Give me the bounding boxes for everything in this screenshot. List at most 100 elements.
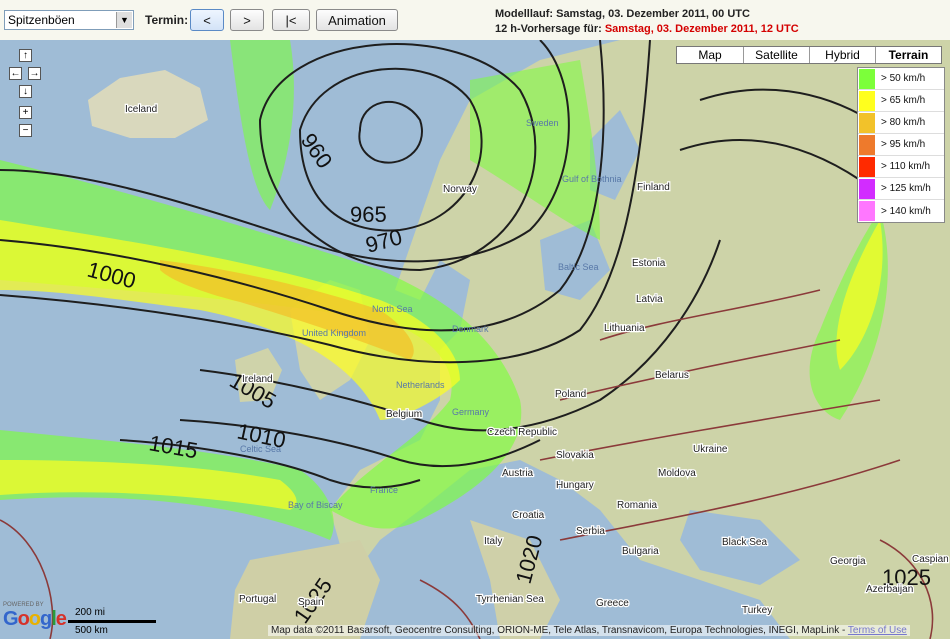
place-label: Ukraine [693, 444, 728, 455]
place-label: Netherlands [396, 380, 445, 390]
place-label: Georgia [830, 556, 866, 567]
legend-swatch [859, 178, 875, 199]
place-label: Moldova [658, 468, 696, 479]
copyright-text: Map data ©2011 Basarsoft, Geocentre Cons… [271, 625, 846, 636]
place-label: Estonia [632, 258, 666, 269]
forecast-value: Samstag, 03. Dezember 2011, 12 UTC [604, 23, 799, 35]
gust-legend: > 50 km/h > 65 km/h > 80 km/h > 95 km/h > 11… [857, 67, 945, 223]
legend-row: > 110 km/h [858, 156, 944, 178]
place-label: Spain [298, 597, 324, 608]
forecast-prefix: 12 h-Vorhersage für: [495, 23, 602, 35]
place-label: Austria [502, 468, 534, 479]
map-type-map[interactable]: Map [677, 47, 743, 63]
sea-label: Sweden [526, 118, 559, 128]
parameter-select[interactable]: Spitzenböen ▼ [4, 10, 134, 30]
animation-button[interactable]: Animation [316, 9, 398, 31]
map-type-control: Map Satellite Hybrid Terrain [676, 46, 942, 64]
place-label: Azerbaijan [866, 584, 913, 595]
terms-of-use-link[interactable]: Terms of Use [848, 625, 907, 636]
legend-label: > 140 km/h [881, 205, 931, 217]
legend-swatch [859, 201, 875, 221]
legend-swatch [859, 68, 875, 89]
legend-swatch [859, 134, 875, 155]
sea-label: Bay of Biscay [288, 500, 343, 510]
legend-label: > 95 km/h [881, 139, 926, 150]
map-scale: 200 mi 500 km [68, 607, 168, 638]
scale-bar [68, 620, 156, 623]
map-type-terrain[interactable]: Terrain [875, 47, 941, 63]
place-label: United Kingdom [302, 328, 366, 338]
next-button[interactable]: > [230, 9, 264, 31]
pan-right-icon[interactable]: → [28, 67, 41, 80]
pan-left-icon[interactable]: ← [9, 67, 22, 80]
map-type-hybrid[interactable]: Hybrid [809, 47, 875, 63]
map-type-satellite[interactable]: Satellite [743, 47, 809, 63]
sea-label: Celtic Sea [240, 444, 281, 454]
legend-label: > 110 km/h [881, 161, 931, 172]
place-label: Latvia [636, 294, 663, 305]
legend-swatch [859, 156, 875, 177]
place-label: Ireland [242, 374, 273, 385]
forecast-text: 12 h-Vorhersage für: Samstag, 03. Dezemb… [495, 23, 799, 35]
place-label: Greece [596, 598, 629, 609]
zoom-out-icon[interactable]: − [19, 124, 32, 137]
place-label: Romania [617, 500, 657, 511]
place-label: Turkey [742, 605, 772, 616]
place-label: Finland [637, 182, 670, 193]
place-label: Norway [443, 184, 477, 195]
weather-map[interactable]: 960 965 970 1000 1005 1010 1015 1020 102… [0, 40, 950, 639]
previous-button[interactable]: < [190, 9, 224, 31]
place-label: Lithuania [604, 323, 645, 334]
place-label: Belgium [386, 409, 422, 420]
place-label: Germany [452, 407, 490, 417]
zoom-in-icon[interactable]: + [19, 106, 32, 119]
legend-swatch [859, 112, 875, 133]
legend-row: > 95 km/h [858, 134, 944, 156]
sea-label: Tyrrhenian Sea [476, 594, 544, 605]
legend-row: > 125 km/h [858, 178, 944, 200]
scale-km: 500 km [75, 625, 108, 636]
pan-down-icon[interactable]: ↓ [19, 85, 32, 98]
legend-row: > 65 km/h [858, 90, 944, 112]
map-canvas[interactable]: 960 965 970 1000 1005 1010 1015 1020 102… [0, 40, 950, 639]
place-label: Denmark [452, 324, 489, 334]
place-label: Iceland [125, 104, 157, 115]
place-label: Poland [555, 389, 586, 400]
isobar-label: 965 [350, 202, 387, 227]
chevron-down-icon[interactable]: ▼ [116, 12, 132, 28]
sea-label: Caspian [912, 554, 949, 565]
place-label: Czech Republic [487, 427, 557, 438]
legend-label: > 50 km/h [881, 73, 926, 84]
place-label: Hungary [556, 480, 594, 491]
legend-label: > 125 km/h [881, 183, 931, 194]
place-label: Belarus [655, 370, 689, 381]
legend-row: > 140 km/h [858, 200, 944, 222]
google-wordmark: Google [3, 608, 67, 630]
place-label: France [370, 485, 398, 495]
place-label: Portugal [239, 594, 276, 605]
sea-label: Gulf of Bothnia [562, 174, 622, 184]
map-navigation-control: ↑ ← → ↓ + − [9, 49, 43, 139]
legend-label: > 65 km/h [881, 95, 926, 106]
sea-label: North Sea [372, 304, 413, 314]
place-label: Italy [484, 536, 502, 547]
place-label: Serbia [576, 526, 605, 537]
place-label: Bulgaria [622, 546, 659, 557]
scale-miles: 200 mi [75, 607, 106, 618]
termin-label: Termin: [145, 13, 189, 27]
sea-label: Baltic Sea [558, 262, 599, 272]
map-copyright: Map data ©2011 Basarsoft, Geocentre Cons… [268, 625, 910, 636]
legend-swatch [859, 90, 875, 111]
first-button[interactable]: |< [272, 9, 310, 31]
place-label: Slovakia [556, 450, 594, 461]
toolbar: Spitzenböen ▼ Termin: < > |< Animation M… [0, 0, 950, 41]
google-logo[interactable]: POWERED BY Google [3, 602, 67, 636]
sea-label: Black Sea [722, 537, 767, 548]
pan-up-icon[interactable]: ↑ [19, 49, 32, 62]
place-label: Croatia [512, 510, 545, 521]
legend-label: > 80 km/h [881, 117, 926, 128]
legend-row: > 50 km/h [858, 68, 944, 90]
legend-row: > 80 km/h [858, 112, 944, 134]
model-run-text: Modelllauf: Samstag, 03. Dezember 2011, … [495, 8, 750, 20]
parameter-select-value: Spitzenböen [8, 13, 75, 27]
